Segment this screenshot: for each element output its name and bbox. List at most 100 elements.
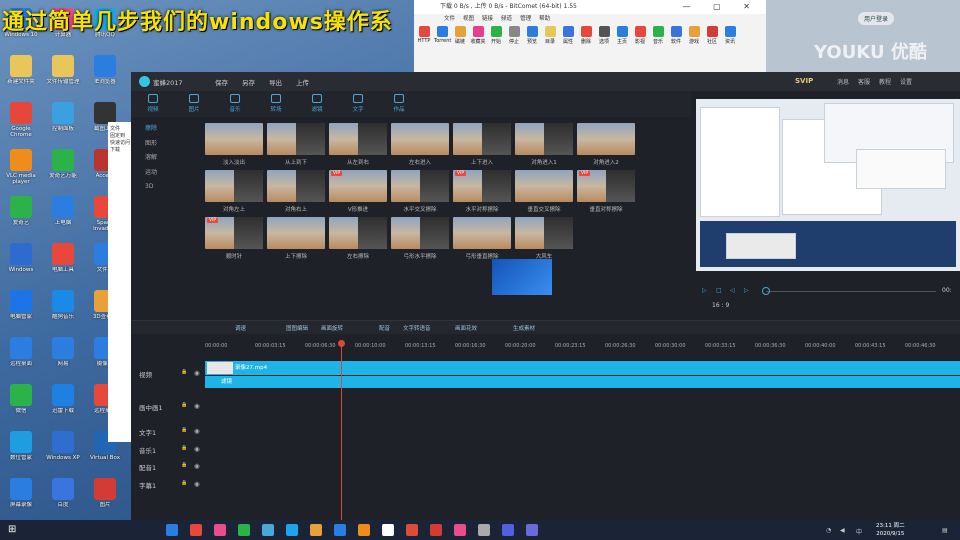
- lock-icon[interactable]: 🔒: [181, 369, 187, 375]
- transition-item[interactable]: 淡入淡出: [205, 123, 263, 166]
- timeline-tool[interactable]: 配音: [379, 324, 390, 332]
- toolbar-button[interactable]: 开始: [488, 24, 504, 45]
- toolbar-button[interactable]: Torrent: [434, 24, 451, 45]
- taskbar-app-icon[interactable]: [430, 524, 442, 536]
- svip-badge[interactable]: SVIP: [795, 77, 813, 85]
- taskbar-clock[interactable]: 23:11 周二 2020/9/15: [876, 522, 905, 538]
- taskbar-app-icon[interactable]: [406, 524, 418, 536]
- editor-right-menu-item[interactable]: 客服: [858, 79, 870, 86]
- desktop-icon[interactable]: 网易: [44, 337, 82, 373]
- category-item[interactable]: 3D: [131, 180, 191, 195]
- taskbar-app-icon[interactable]: [238, 524, 250, 536]
- category-item[interactable]: 图形: [131, 137, 191, 152]
- desktop-icon[interactable]: 控制面板: [44, 102, 82, 138]
- next-frame-icon[interactable]: ▷: [744, 287, 749, 294]
- desktop-icon[interactable]: Windows XP: [44, 431, 82, 467]
- transition-item[interactable]: 左右进入: [391, 123, 449, 166]
- toolbar-button[interactable]: 资讯: [722, 24, 738, 45]
- taskbar-app-icon[interactable]: [334, 524, 346, 536]
- transition-item[interactable]: 水平交叉擦除: [391, 170, 449, 213]
- transition-item[interactable]: 弓形垂直擦除: [453, 217, 511, 260]
- tab-4[interactable]: 滤镜: [297, 94, 337, 113]
- visibility-icon[interactable]: ◉: [194, 445, 200, 453]
- filter-clip[interactable]: 滤镜: [205, 376, 960, 388]
- transition-item[interactable]: 上下进入: [453, 123, 511, 166]
- network-icon[interactable]: ◔: [826, 527, 831, 534]
- toolbar-button[interactable]: HTTP: [416, 24, 432, 45]
- transition-item[interactable]: 对角进入2: [577, 123, 635, 166]
- desktop-icon[interactable]: 数位管家: [2, 431, 40, 467]
- stop-icon[interactable]: □: [716, 287, 722, 294]
- aspect-ratio[interactable]: 16 : 9: [712, 302, 729, 309]
- desktop-icon[interactable]: Google Chrome: [2, 102, 40, 138]
- menu-item[interactable]: 频道: [501, 16, 512, 22]
- desktop-icon[interactable]: 文件传输管理: [44, 55, 82, 91]
- taskbar-app-icon[interactable]: [526, 524, 538, 536]
- taskbar-app-icon[interactable]: [382, 524, 394, 536]
- tab-5[interactable]: 文字: [338, 94, 378, 113]
- visibility-icon[interactable]: ◉: [194, 462, 200, 470]
- play-icon[interactable]: ▷: [702, 287, 707, 294]
- taskbar-app-icon[interactable]: [478, 524, 490, 536]
- toolbar-button[interactable]: 主页: [614, 24, 630, 45]
- toolbar-button[interactable]: 删除: [578, 24, 594, 45]
- menu-item[interactable]: 文件: [444, 16, 455, 22]
- menu-item[interactable]: 帮助: [539, 16, 550, 22]
- taskbar-app-icon[interactable]: [166, 524, 178, 536]
- taskbar-app-icon[interactable]: [502, 524, 514, 536]
- taskbar-app-icon[interactable]: [310, 524, 322, 536]
- prev-frame-icon[interactable]: ◁: [730, 287, 735, 294]
- timeline-tool[interactable]: 画面花效: [455, 324, 477, 332]
- toolbar-button[interactable]: 音乐: [650, 24, 666, 45]
- transition-item[interactable]: 大风车: [515, 217, 573, 260]
- window-controls[interactable]: — ▢ ✕: [683, 0, 760, 14]
- desktop-icon[interactable]: 电脑管家: [2, 290, 40, 326]
- timeline-tool[interactable]: 图图编辑: [286, 324, 308, 332]
- menu-item[interactable]: 管理: [520, 16, 531, 22]
- taskbar-app-icon[interactable]: [454, 524, 466, 536]
- visibility-icon[interactable]: ◉: [194, 427, 200, 435]
- transition-item[interactable]: 垂直交叉擦除: [515, 170, 573, 213]
- desktop-icon[interactable]: 屏幕录像: [2, 478, 40, 514]
- seek-knob[interactable]: [762, 287, 770, 295]
- toolbar-button[interactable]: 磁链: [452, 24, 468, 45]
- transition-item[interactable]: 弓形水平擦除: [391, 217, 449, 260]
- timeline-tool[interactable]: 调速: [235, 324, 246, 332]
- lock-icon[interactable]: 🔒: [181, 402, 187, 408]
- transition-item[interactable]: VIP 水平对称擦除: [453, 170, 511, 213]
- editor-menu-item[interactable]: 导出: [269, 79, 282, 87]
- editor-menu-item[interactable]: 另存: [242, 79, 255, 87]
- tab-6[interactable]: 作品: [379, 94, 419, 113]
- editor-right-menu-item[interactable]: 消息: [837, 79, 849, 86]
- desktop-icon[interactable]: 电脑工具: [44, 243, 82, 279]
- lock-icon[interactable]: 🔒: [181, 427, 187, 433]
- transition-item[interactable]: 对角右上: [267, 170, 325, 213]
- transition-item[interactable]: 从上到下: [267, 123, 325, 166]
- lock-icon[interactable]: 🔒: [181, 462, 187, 468]
- toolbar-button[interactable]: 停止: [506, 24, 522, 45]
- visibility-icon[interactable]: ◉: [194, 369, 200, 377]
- video-clip[interactable]: 录像27.mp4: [205, 361, 960, 375]
- desktop-icon[interactable]: 微信: [2, 384, 40, 420]
- transition-item[interactable]: 从左到右: [329, 123, 387, 166]
- tab-2[interactable]: 音乐: [215, 94, 255, 113]
- menu-item[interactable]: 链接: [482, 16, 493, 22]
- visibility-icon[interactable]: ◉: [194, 480, 200, 488]
- notification-icon[interactable]: ▤: [942, 527, 948, 534]
- taskbar-app-icon[interactable]: [286, 524, 298, 536]
- timeline-tool[interactable]: 生成素材: [513, 324, 535, 332]
- desktop-icon[interactable]: 上电脑: [44, 196, 82, 232]
- desktop-icon[interactable]: 爱奇艺万能: [44, 149, 82, 185]
- timeline-ruler[interactable]: 00:00:00 00:00:03:15 00:00:06:30 00:00:10:0…: [205, 342, 960, 352]
- timeline-playhead[interactable]: [338, 340, 345, 520]
- transition-item[interactable]: VIP 顺时针: [205, 217, 263, 260]
- taskbar-app-icon[interactable]: [214, 524, 226, 536]
- lock-icon[interactable]: 🔒: [181, 445, 187, 451]
- taskbar-app-icon[interactable]: [190, 524, 202, 536]
- transition-item[interactable]: 上下擦除: [267, 217, 325, 260]
- seek-bar[interactable]: [766, 291, 936, 292]
- visibility-icon[interactable]: ◉: [194, 402, 200, 410]
- editor-menu-item[interactable]: 上传: [296, 79, 309, 87]
- tab-0[interactable]: 视频: [133, 94, 173, 113]
- desktop-icon[interactable]: 酷狗音乐: [44, 290, 82, 326]
